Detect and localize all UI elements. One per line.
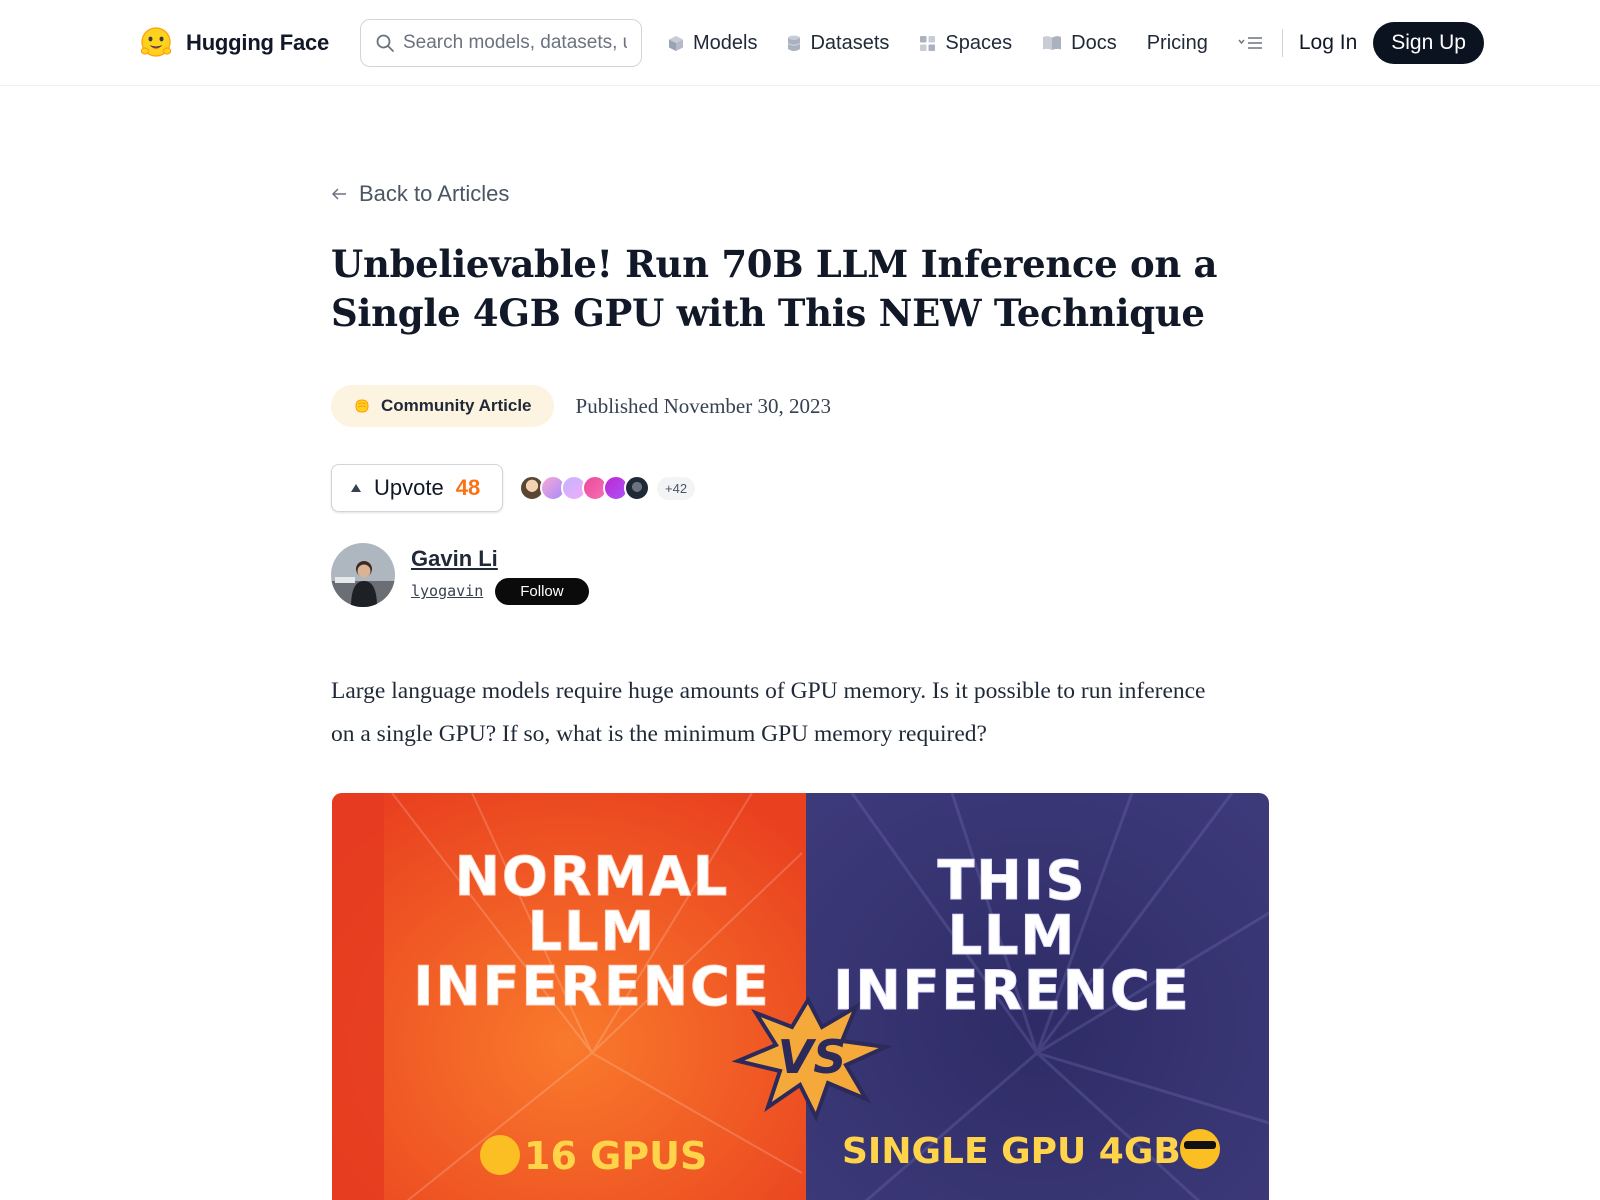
hugging-hands-icon	[355, 399, 369, 413]
nav-divider	[1281, 29, 1283, 57]
vote-row: Upvote 48 +42	[331, 464, 1271, 512]
published-date: Published November 30, 2023	[575, 393, 831, 418]
hero-right-caption: SINGLE GPU 4GB	[842, 1131, 1181, 1172]
upvote-button[interactable]: Upvote 48	[331, 464, 503, 512]
vs-label: VS	[778, 1030, 847, 1084]
back-label: Back to Articles	[359, 181, 510, 206]
author-name[interactable]: Gavin Li	[411, 546, 589, 576]
brand-name: Hugging Face	[186, 30, 330, 55]
author-card: Gavin Li lyogavin Follow	[331, 542, 1271, 608]
hero-left-line-3: INFERENCE	[413, 955, 770, 1018]
database-icon	[788, 35, 801, 51]
brand-link[interactable]: Hugging Face	[138, 24, 329, 62]
hero-graphic: NORMAL LLM INFERENCE THIS LLM INFERENCE …	[332, 793, 1269, 1200]
grid-icon	[920, 35, 936, 51]
author-avatar[interactable]	[331, 543, 395, 607]
menu-icon	[1238, 37, 1262, 49]
nav-spaces-label: Spaces	[945, 31, 1013, 54]
voter-avatar[interactable]	[624, 475, 650, 501]
nav-docs-label: Docs	[1071, 31, 1117, 54]
article-title: Unbelievable! Run 70B LLM Inference on a…	[331, 242, 1218, 335]
badge-label: Community Article	[381, 396, 532, 415]
nav-pricing-label: Pricing	[1146, 31, 1208, 54]
nav-pricing[interactable]: Pricing	[1147, 32, 1208, 55]
search-box[interactable]	[360, 19, 642, 67]
hero-left-line-2: LLM	[528, 900, 657, 963]
voters-more-count[interactable]: +42	[657, 476, 696, 500]
main-nav: Models Datasets Spaces Docs Pricing Log …	[668, 22, 1484, 64]
intro-paragraph: Large language models require huge amoun…	[331, 678, 1206, 747]
hero-right-line-3: INFERENCE	[833, 959, 1190, 1022]
nav-models[interactable]: Models	[668, 32, 757, 55]
nav-datasets-label: Datasets	[810, 31, 890, 54]
signup-button[interactable]: Sign Up	[1373, 22, 1484, 64]
community-article-badge: Community Article	[331, 385, 554, 427]
money-face-icon	[480, 1135, 520, 1175]
hero-left-strip	[332, 793, 384, 1200]
nav-docs[interactable]: Docs	[1042, 32, 1117, 55]
nav-models-label: Models	[693, 31, 758, 54]
hero-right-line-2: LLM	[948, 904, 1077, 967]
hugging-face-logo-icon	[140, 27, 172, 57]
book-icon	[1043, 36, 1062, 50]
more-menu-button[interactable]	[1238, 35, 1264, 51]
login-link[interactable]: Log In	[1299, 31, 1357, 55]
follow-button[interactable]: Follow	[495, 577, 589, 605]
author-row: lyogavin Follow	[411, 577, 589, 605]
nav-spaces[interactable]: Spaces	[919, 32, 1012, 55]
top-navigation-bar: Hugging Face Models Datasets	[0, 0, 1600, 86]
arrow-left-icon	[331, 188, 346, 200]
cube-icon	[669, 35, 683, 51]
hero-image: NORMAL LLM INFERENCE THIS LLM INFERENCE …	[332, 793, 1269, 1200]
search-input[interactable]	[403, 32, 627, 54]
author-handle[interactable]: lyogavin	[411, 582, 483, 600]
back-to-articles-link[interactable]: Back to Articles	[331, 170, 1271, 218]
upvote-arrow-icon	[351, 484, 361, 492]
search-icon	[376, 34, 394, 52]
author-info: Gavin Li lyogavin Follow	[411, 546, 589, 605]
hero-right-line-1: THIS	[937, 849, 1086, 912]
article-meta: Community Article Published November 30,…	[331, 385, 1271, 427]
hero-left-line-1: NORMAL	[455, 845, 730, 908]
voters-list[interactable]: +42	[519, 475, 696, 501]
upvote-count: 48	[455, 475, 481, 500]
nav-datasets[interactable]: Datasets	[787, 32, 889, 55]
upvote-label: Upvote	[374, 475, 444, 500]
hero-left-caption: 16 GPUS	[524, 1134, 707, 1178]
article: Back to Articles Unbelievable! Run 70B L…	[331, 170, 1271, 756]
